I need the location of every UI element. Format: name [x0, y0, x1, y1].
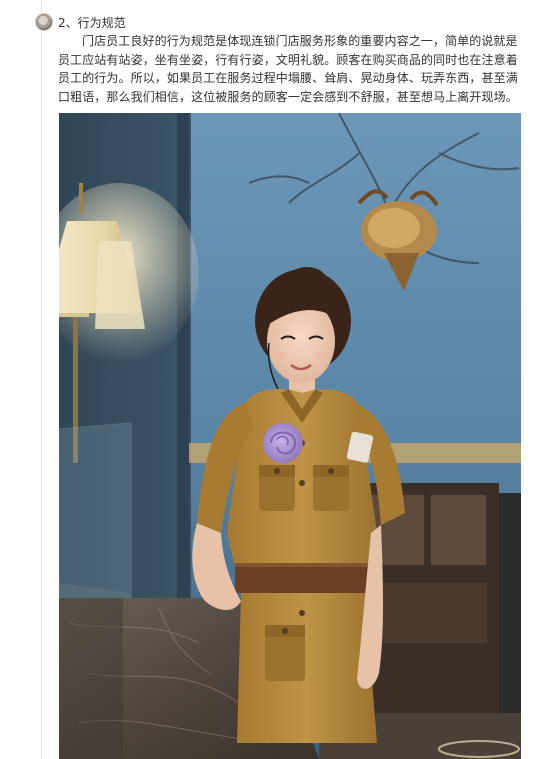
- article-photo[interactable]: [59, 113, 521, 759]
- author-avatar[interactable]: [35, 13, 53, 31]
- left-border-line: [41, 0, 42, 759]
- purple-flower-brooch: [263, 423, 303, 463]
- body-paragraph: 门店员工良好的行为规范是体现连锁门店服务形象的重要内容之一，简单的说就是员工应站…: [58, 34, 518, 104]
- section-title: 行为规范: [77, 16, 126, 30]
- section-heading: 2、行为规范: [58, 14, 126, 31]
- staff-photo-illustration: [59, 113, 521, 759]
- section-number: 2、: [58, 16, 78, 30]
